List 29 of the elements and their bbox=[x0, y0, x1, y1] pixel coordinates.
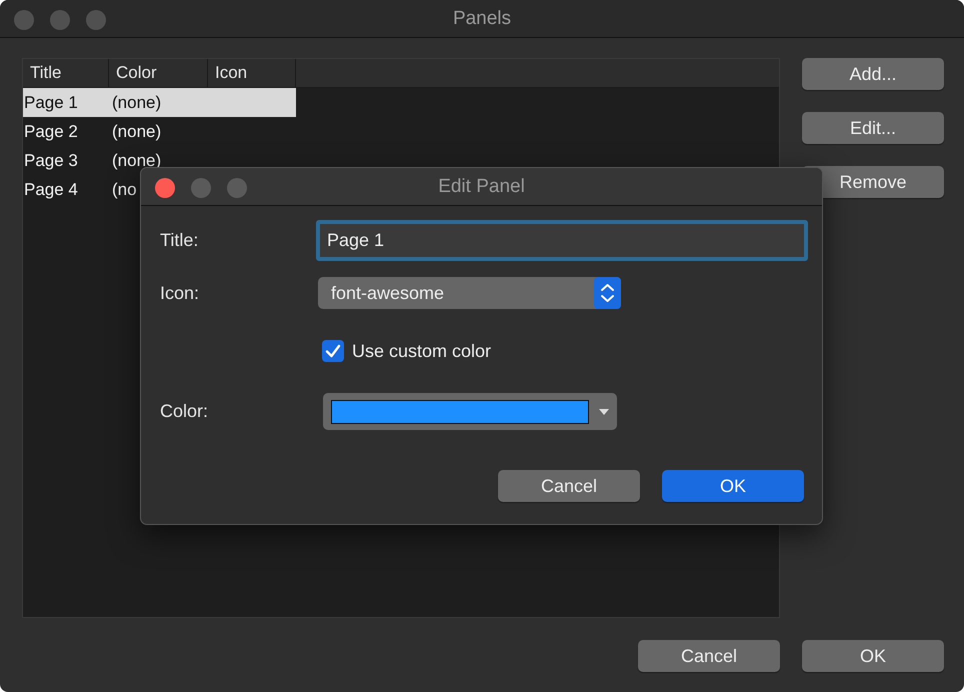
dialog-button[interactable]: OK bbox=[802, 640, 944, 672]
column-header[interactable]: Color bbox=[109, 59, 208, 87]
checkbox-label[interactable]: Use custom color bbox=[352, 340, 492, 362]
title-field[interactable]: Page 1 bbox=[316, 220, 808, 261]
column-header[interactable]: Icon bbox=[208, 59, 296, 87]
dialog-button[interactable]: Cancel bbox=[638, 640, 780, 672]
icon-dropdown[interactable]: font-awesome bbox=[318, 277, 621, 309]
minimize-button[interactable] bbox=[50, 10, 70, 30]
column-header[interactable]: Title bbox=[23, 59, 109, 87]
minimize-button[interactable] bbox=[191, 178, 211, 198]
field-label: Icon: bbox=[160, 282, 200, 304]
table-row[interactable]: Page 1 (none) bbox=[23, 88, 296, 117]
dialog-button[interactable]: Cancel bbox=[498, 470, 640, 502]
close-button[interactable] bbox=[14, 10, 34, 30]
side-button[interactable]: Add... bbox=[802, 58, 944, 90]
stepper-icon bbox=[594, 277, 621, 309]
caret-icon bbox=[599, 408, 609, 414]
field-label: Title: bbox=[160, 230, 200, 251]
table-row[interactable]: Page 2 (none) bbox=[23, 117, 296, 146]
dialog-button[interactable]: OK bbox=[662, 470, 804, 502]
close-button[interactable] bbox=[155, 178, 175, 198]
zoom-button[interactable] bbox=[227, 178, 247, 198]
window-title: Edit Panel bbox=[438, 176, 525, 198]
window-title: Panels bbox=[452, 8, 512, 30]
zoom-button[interactable] bbox=[86, 10, 106, 30]
field-label: Color: bbox=[160, 401, 210, 422]
checkbox[interactable] bbox=[322, 340, 344, 362]
color-picker[interactable] bbox=[323, 393, 617, 430]
side-button[interactable]: Edit... bbox=[802, 112, 944, 144]
